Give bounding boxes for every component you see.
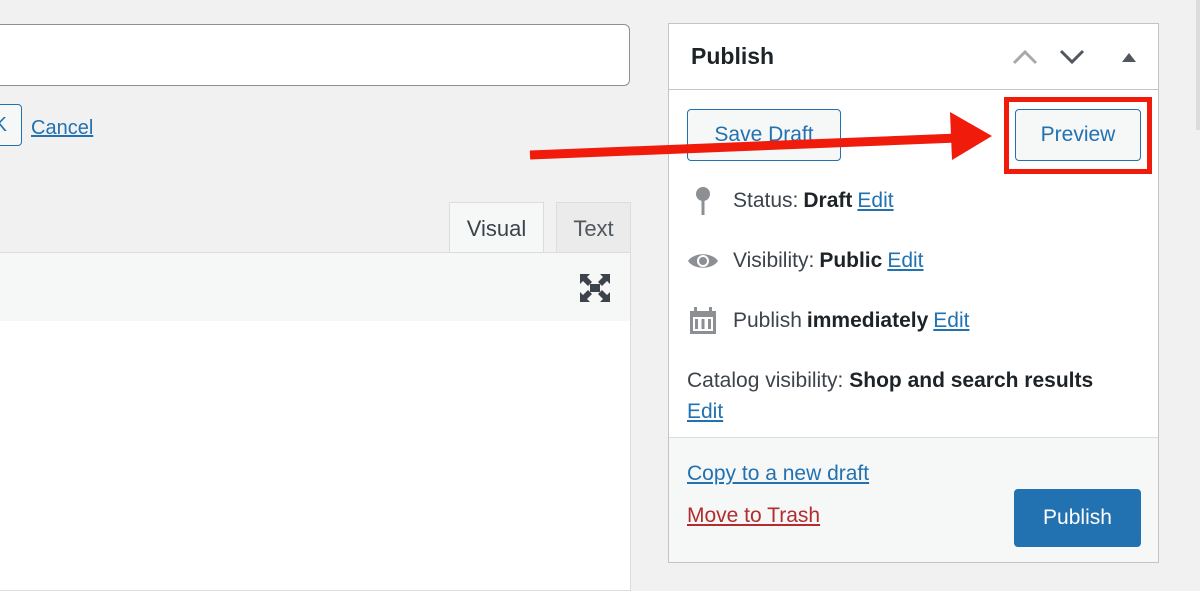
status-row: Status: Draft Edit — [687, 185, 894, 217]
ok-button-label: OK — [0, 113, 7, 136]
tab-text[interactable]: Text — [556, 202, 631, 254]
pin-icon — [687, 185, 719, 217]
visibility-row: Visibility: Public Edit — [687, 245, 924, 277]
catalog-visibility-row: Catalog visibility: Shop and search resu… — [687, 365, 1127, 427]
status-label: Status: — [733, 189, 799, 212]
page-scrollbar[interactable] — [1196, 0, 1200, 130]
post-title-input[interactable] — [0, 24, 630, 86]
edit-visibility-link[interactable]: Edit — [887, 249, 923, 273]
edit-catalog-visibility-link[interactable]: Edit — [687, 400, 723, 423]
editor-toolbar — [0, 252, 631, 322]
publish-box: Publish Save Draft Preview Status: Draft… — [668, 23, 1159, 563]
tab-visual[interactable]: Visual — [449, 202, 544, 254]
save-draft-button[interactable]: Save Draft — [687, 109, 841, 161]
visibility-value: Public — [819, 249, 883, 272]
schedule-label: Publish — [733, 309, 802, 332]
move-up-icon[interactable] — [1012, 46, 1038, 68]
copy-to-draft-link[interactable]: Copy to a new draft — [687, 462, 869, 486]
status-value: Draft — [803, 189, 853, 212]
publish-button[interactable]: Publish — [1014, 489, 1141, 547]
visibility-label: Visibility: — [733, 249, 815, 272]
ok-button[interactable]: OK — [0, 104, 22, 146]
eye-icon — [687, 245, 719, 277]
collapse-toggle-icon[interactable] — [1116, 46, 1142, 68]
publish-box-footer: Copy to a new draft Move to Trash Publis… — [669, 437, 1158, 562]
schedule-value: immediately — [806, 309, 929, 332]
fullscreen-icon[interactable] — [580, 274, 610, 302]
publish-box-header: Publish — [669, 24, 1158, 90]
move-down-icon[interactable] — [1059, 46, 1085, 68]
cancel-link[interactable]: Cancel — [31, 117, 93, 140]
preview-highlight-annotation — [1004, 97, 1152, 174]
editor-content-area[interactable] — [0, 321, 631, 591]
move-to-trash-link[interactable]: Move to Trash — [687, 504, 820, 528]
edit-schedule-link[interactable]: Edit — [933, 309, 969, 333]
edit-status-link[interactable]: Edit — [857, 189, 893, 213]
catalog-visibility-label: Catalog visibility: — [687, 369, 844, 392]
publish-box-title: Publish — [691, 43, 775, 69]
catalog-visibility-value: Shop and search results — [849, 369, 1094, 392]
schedule-row: Publish immediately Edit — [687, 305, 969, 337]
calendar-icon — [687, 305, 719, 337]
